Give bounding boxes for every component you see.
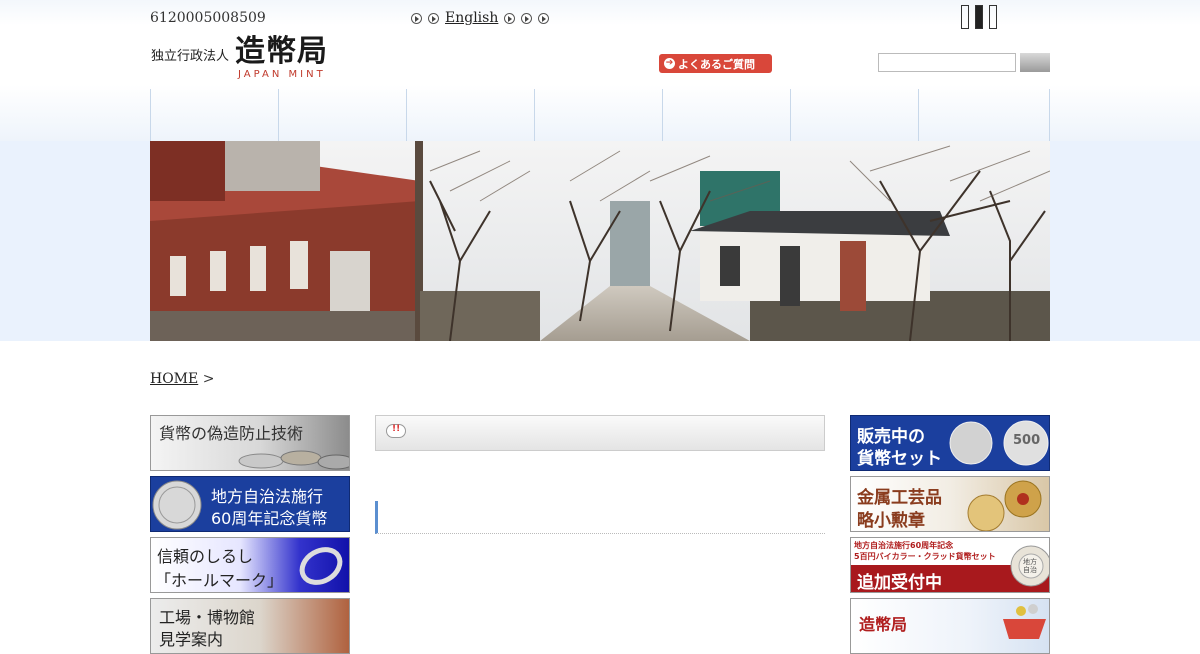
banner-label-line1: 工場・博物館 (159, 608, 256, 627)
ring-image (299, 547, 343, 585)
banner-factory-museum[interactable]: 工場・博物館 見学案内 (150, 598, 350, 654)
global-nav-item[interactable] (534, 89, 662, 141)
coin-text: 地方自治 (1023, 558, 1037, 574)
breadcrumb-home-link[interactable]: HOME (150, 371, 198, 387)
logo-english: JAPAN MINT (238, 69, 326, 80)
breadcrumb: HOME > (150, 371, 214, 387)
banner-hallmark[interactable]: 信頼のしるし 「ホールマーク」 (150, 537, 350, 593)
logo-name: 造幣局 (235, 34, 328, 69)
text-size-large-toggle[interactable] (989, 5, 997, 29)
hero-image (150, 141, 1050, 341)
breadcrumb-separator: > (202, 371, 215, 387)
top-utility-nav: English (411, 10, 550, 26)
arrow-icon (428, 12, 439, 24)
content-heading-bar (375, 415, 825, 451)
search-button[interactable] (1020, 53, 1050, 72)
faq-label: よくあるご質問 (678, 57, 755, 71)
logo-prefix: 独立行政法人 (151, 49, 230, 64)
banner-label-line1: 地方自治法施行 (211, 487, 324, 506)
global-nav (150, 89, 1050, 141)
arrow-circle-icon: ➔ (664, 58, 675, 69)
global-nav-item[interactable] (278, 89, 406, 141)
coin-image (152, 480, 202, 530)
banner-label-line2: 60周年記念貨幣 (211, 509, 328, 528)
coin-denomination: 500 (1013, 433, 1041, 448)
banner-local-autonomy-coins[interactable]: 地方自治法施行 60周年記念貨幣 (150, 476, 350, 532)
arrow-icon[interactable] (538, 12, 550, 24)
banner-bicolor-clad-coin-set[interactable]: 地方自治法施行60周年記念 5百円バイカラー・クラッド貨幣セット 追加受付中 地… (850, 537, 1050, 593)
coin-image (1010, 545, 1049, 587)
global-nav-item[interactable] (662, 89, 790, 141)
global-nav-item[interactable] (150, 89, 278, 141)
medal-image (967, 480, 1042, 531)
text-size-toggles (961, 5, 997, 29)
search-input[interactable] (878, 53, 1016, 72)
site-logo[interactable]: 独立行政法人 造幣局 JAPAN MINT (150, 36, 350, 82)
mint-building-photo (150, 141, 1050, 341)
banner-counterfeit-prevention[interactable]: 貨幣の偽造防止技術 (150, 415, 350, 471)
banner-mint-shop[interactable]: 造幣局 (850, 598, 1050, 654)
shopping-basket-icon (1003, 604, 1046, 639)
text-size-small-toggle[interactable] (961, 5, 969, 29)
arrow-icon[interactable] (521, 12, 533, 24)
corporate-number: 6120005008509 (150, 10, 266, 26)
global-nav-item[interactable] (790, 89, 918, 141)
speech-bubble-icon (386, 424, 406, 438)
global-nav-item[interactable] (918, 89, 1050, 141)
english-link[interactable]: English (445, 10, 498, 26)
coins-image (238, 450, 349, 470)
faq-button[interactable]: ➔ よくあるご質問 (659, 54, 772, 73)
arrow-icon[interactable] (411, 12, 422, 24)
content-subheading (375, 501, 825, 534)
global-nav-item[interactable] (406, 89, 534, 141)
arrow-icon[interactable] (504, 12, 516, 24)
banner-metal-craft-medal[interactable]: 金属工芸品 略小勲章 (850, 476, 1050, 532)
banner-coin-sets-on-sale[interactable]: 販売中の 貨幣セット 500 (850, 415, 1050, 471)
text-size-medium-toggle[interactable] (975, 5, 983, 29)
